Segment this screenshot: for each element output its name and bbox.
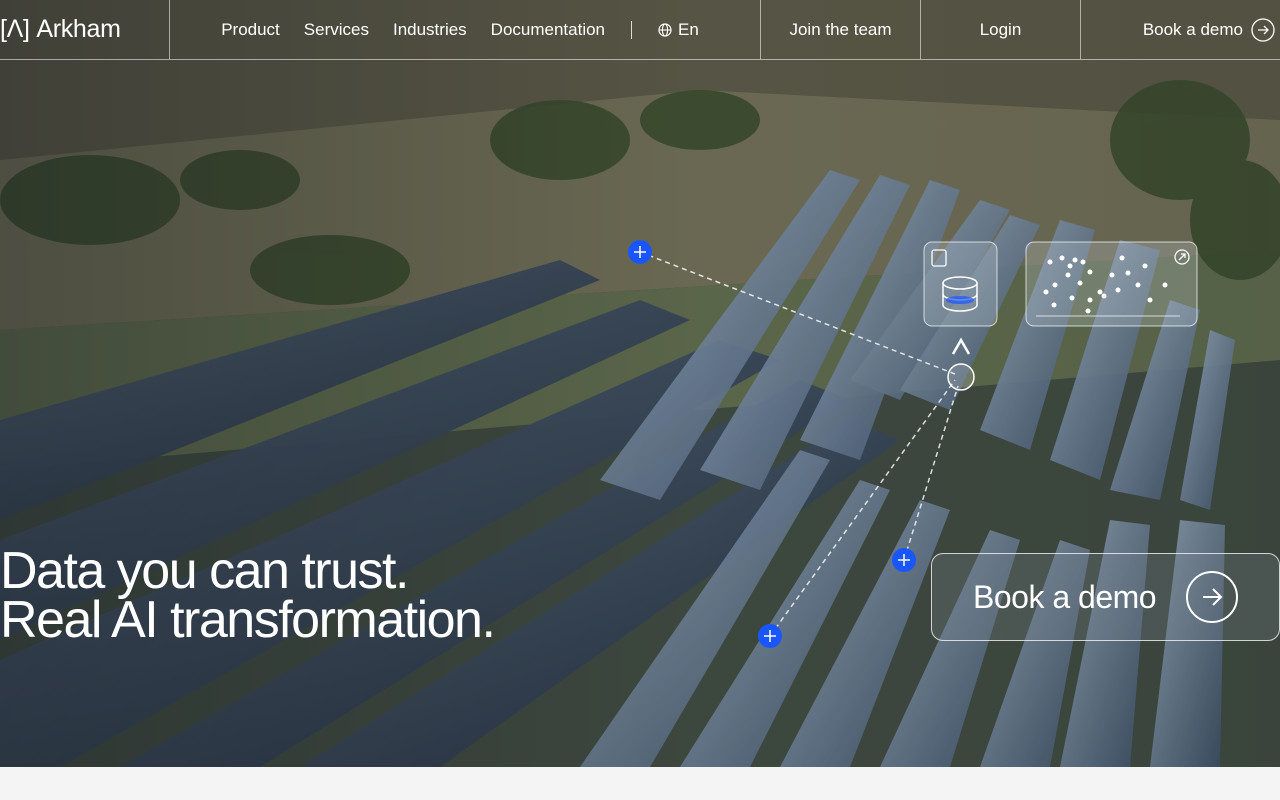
arrow-right-circle-icon: [1186, 571, 1238, 623]
main-menu: Product Services Industries Documentatio…: [170, 0, 761, 59]
data-overlay-graphic: [628, 240, 1198, 648]
page-below-hero: [0, 767, 1280, 800]
hero-headline-line-2: Real AI transformation.: [0, 591, 496, 649]
plus-node-icon: [892, 548, 916, 572]
login-label: Login: [979, 19, 1022, 39]
nav-book-demo-label: Book a demo: [1142, 19, 1243, 39]
hero-headline: Data you can trust. Real AI transformati…: [0, 542, 496, 649]
brand-logo[interactable]: [Λ] Arkham: [0, 0, 170, 59]
hero-book-demo-label: Book a demo: [973, 578, 1157, 615]
nav-item-documentation[interactable]: Documentation: [491, 20, 605, 40]
top-navigation: [Λ] Arkham Product Services Industries D…: [0, 0, 1280, 60]
hero-book-demo-button[interactable]: Book a demo: [931, 553, 1280, 641]
hero-headline-line-1: Data you can trust.: [0, 542, 409, 600]
join-team-link[interactable]: Join the team: [761, 0, 921, 59]
nav-book-demo-button[interactable]: Book a demo: [1081, 0, 1280, 59]
globe-icon: [658, 22, 672, 37]
language-selector[interactable]: En: [658, 20, 699, 40]
database-icon: [923, 241, 998, 327]
arkham-lambda-icon: [951, 337, 971, 355]
scatter-plot-icon: [1025, 241, 1198, 327]
join-team-label: Join the team: [789, 19, 892, 39]
hub-node-icon: [947, 363, 975, 391]
plus-node-icon: [628, 240, 652, 264]
arrow-right-circle-icon: [1251, 17, 1275, 42]
brand-logo-text: [Λ] Arkham: [0, 15, 121, 43]
menu-divider: [631, 20, 633, 39]
language-label: En: [678, 19, 699, 39]
hero-section: [Λ] Arkham Product Services Industries D…: [0, 0, 1280, 767]
nav-item-services[interactable]: Services: [304, 20, 369, 40]
login-link[interactable]: Login: [921, 0, 1081, 59]
nav-item-industries[interactable]: Industries: [393, 20, 467, 40]
plus-node-icon: [758, 624, 782, 648]
nav-item-product[interactable]: Product: [221, 20, 280, 40]
